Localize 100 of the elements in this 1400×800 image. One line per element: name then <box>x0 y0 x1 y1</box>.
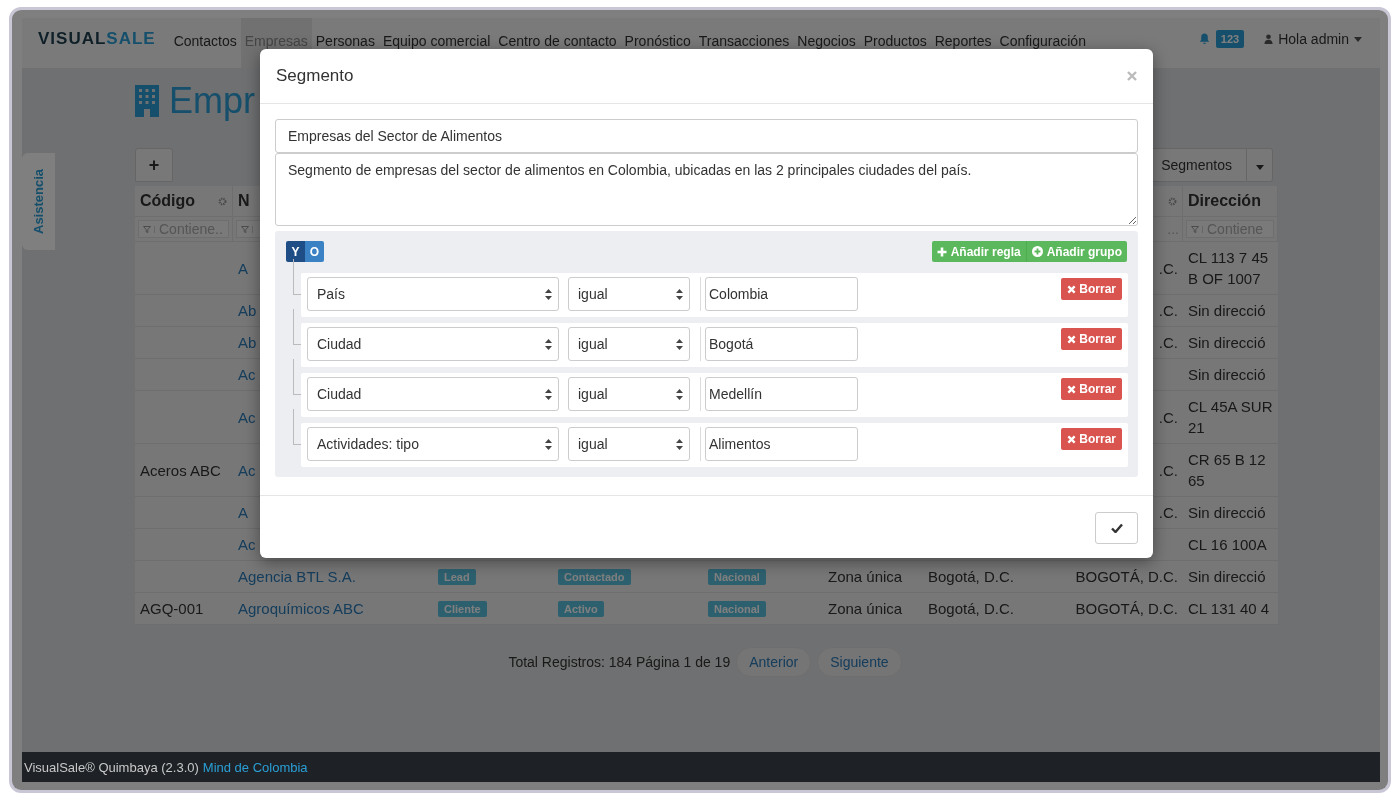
add-rule-button[interactable]: Añadir regla <box>931 241 1026 262</box>
value-field[interactable]: Bogotá <box>705 327 858 361</box>
table-cell: Bogotá, D.C. <box>928 600 1014 617</box>
table-cell-text: CL 113 7 45 B OF 1007 <box>1188 248 1269 289</box>
company-link[interactable]: Ac <box>238 461 256 479</box>
add-button[interactable]: + <box>135 148 173 182</box>
operator-select[interactable]: igual <box>568 277 690 311</box>
table-cell-text: Sin direcció <box>1188 333 1266 353</box>
user-menu[interactable]: Hola admin <box>1264 31 1362 47</box>
table-cell: Zona única <box>828 568 903 585</box>
sort-arrows-icon <box>545 338 552 350</box>
description-field[interactable]: Segmento de empresas del sector de alimentos en Colombia, ubicadas en las 2 principales ciudades del país. <box>275 153 1138 226</box>
status-tag: Activo <box>558 600 604 617</box>
value-field[interactable]: Medellín <box>705 377 858 411</box>
table-cell-text: CL 16 100A <box>1188 535 1267 555</box>
confirm-button[interactable] <box>1095 512 1138 544</box>
dialog-title: Segmento <box>276 66 354 86</box>
table-cell-text: Sin direcció <box>1188 567 1266 587</box>
sort-arrows-icon <box>676 438 683 450</box>
sort-arrows-icon <box>545 288 552 300</box>
pagination-summary: Total Registros: 184 Página 1 de 19 <box>508 654 731 670</box>
name-field[interactable]: Empresas del Sector de Alimentos <box>275 119 1138 153</box>
table-cell: .C. <box>1158 461 1178 479</box>
condition-toggle[interactable]: Y <box>286 241 305 262</box>
plus-icon <box>936 246 947 257</box>
value-field[interactable]: Colombia <box>705 277 858 311</box>
footer-link[interactable]: Mind de Colombia <box>202 759 308 775</box>
table-cell: .C. <box>1158 259 1178 277</box>
table-cell: .C. <box>1158 334 1178 351</box>
check-icon <box>1110 523 1123 533</box>
field-select[interactable]: País <box>307 277 559 311</box>
pagination-button[interactable]: Siguiente <box>817 647 902 677</box>
table-cell: BOGOTÁ, D.C. <box>1075 600 1178 617</box>
table-cell-text: Sin direcció <box>1188 301 1266 321</box>
company-link[interactable]: Ab <box>238 302 257 319</box>
pagination-button[interactable]: Anterior <box>736 647 812 677</box>
table-cell: Bogotá, D.C. <box>928 568 1014 585</box>
table-cell: .C. <box>1158 504 1178 521</box>
column-header[interactable]: N <box>238 192 250 210</box>
company-link[interactable]: A <box>238 259 248 277</box>
table-cell: Zona única <box>828 600 903 617</box>
company-link[interactable]: Ac <box>238 408 256 426</box>
column-header[interactable]: Dirección <box>1188 192 1261 210</box>
table-cell-text: CL 131 40 4 <box>1188 599 1270 619</box>
field-select[interactable]: Ciudad <box>307 377 559 411</box>
company-link[interactable]: Ab <box>238 334 257 351</box>
scope-tag: Nacional <box>708 568 766 585</box>
page-title: Empr <box>169 83 255 119</box>
caret-icon <box>1255 165 1264 170</box>
operator-select[interactable]: igual <box>568 427 690 461</box>
gear-icon[interactable] <box>1168 196 1177 206</box>
scope-tag: Nacional <box>708 600 766 617</box>
caret-icon <box>1354 36 1362 42</box>
close-icon <box>1067 284 1077 294</box>
sort-arrows-icon <box>676 388 683 400</box>
table-cell-text: Sin direcció <box>1188 503 1266 523</box>
segments-dropdown-button[interactable] <box>1247 148 1273 182</box>
brand-logo[interactable]: VISUALSALE <box>38 29 156 57</box>
value-field[interactable]: Alimentos <box>705 427 858 461</box>
assistance-tab[interactable]: Asistencia <box>22 153 55 250</box>
table-cell: .C. <box>1158 408 1178 426</box>
table-cell: .C. <box>1158 302 1178 319</box>
table-cell: AGQ-001 <box>140 600 204 617</box>
filter-icon <box>241 225 253 233</box>
company-link[interactable]: Ac <box>238 366 256 383</box>
company-link[interactable]: Agroquímicos ABC <box>238 600 364 617</box>
column-header[interactable]: Código <box>140 192 196 210</box>
field-select[interactable]: Ciudad <box>307 327 559 361</box>
bell-icon[interactable] <box>1198 33 1210 45</box>
sort-arrows-icon <box>545 438 552 450</box>
plus-circle-icon <box>1031 246 1043 257</box>
nav-link[interactable]: Contactos <box>169 18 241 68</box>
sort-arrows-icon <box>676 288 683 300</box>
delete-rule-button[interactable]: Borrar <box>1061 428 1122 450</box>
delete-rule-button[interactable]: Borrar <box>1061 378 1122 400</box>
building-icon <box>135 85 159 117</box>
notification-count: 123 <box>1215 30 1245 48</box>
footer-text: VisualSale® Quimbaya (2.3.0) <box>24 759 199 775</box>
delete-rule-button[interactable]: Borrar <box>1061 278 1122 300</box>
filter-icon <box>1191 225 1203 233</box>
sort-arrows-icon <box>545 388 552 400</box>
gear-icon[interactable] <box>218 196 227 206</box>
operator-select[interactable]: igual <box>568 327 690 361</box>
close-icon <box>1067 384 1077 394</box>
type-tag: Cliente <box>438 600 487 617</box>
close-icon[interactable] <box>1127 71 1137 81</box>
table-cell-text: CR 65 B 12 65 <box>1188 450 1266 491</box>
field-select[interactable]: Actividades: tipo <box>307 427 559 461</box>
table-cell-text: CL 45A SUR 21 <box>1188 397 1273 438</box>
table-cell: BOGOTÁ, D.C. <box>1075 568 1178 585</box>
company-link[interactable]: Agencia BTL S.A. <box>238 568 356 585</box>
add-group-button[interactable]: Añadir grupo <box>1025 241 1127 262</box>
company-link[interactable]: A <box>238 504 248 521</box>
close-icon <box>1067 334 1077 344</box>
company-link[interactable]: Ac <box>238 536 256 553</box>
condition-toggle[interactable]: O <box>305 241 324 262</box>
status-tag: Contactado <box>558 568 631 585</box>
delete-rule-button[interactable]: Borrar <box>1061 328 1122 350</box>
table-cell-text: Sin direcció <box>1188 365 1266 385</box>
operator-select[interactable]: igual <box>568 377 690 411</box>
